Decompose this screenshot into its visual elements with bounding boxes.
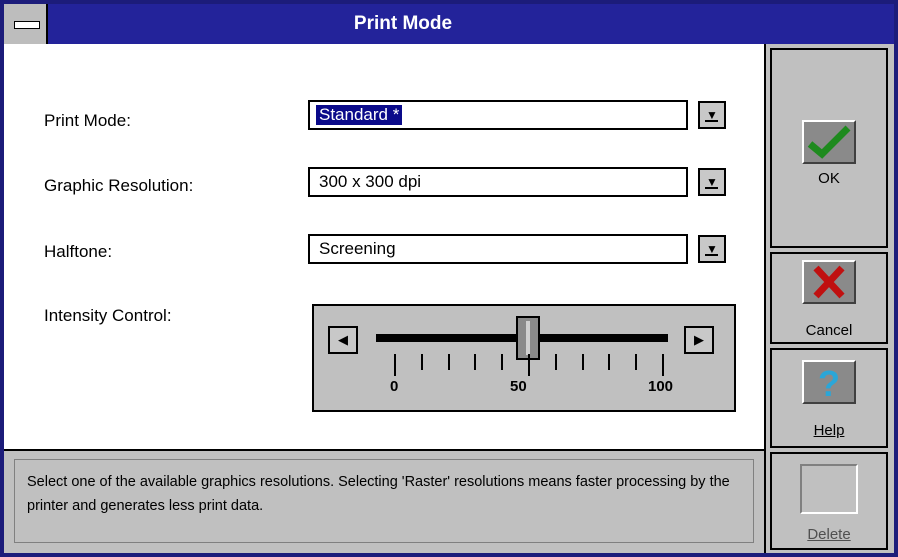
ok-button[interactable]: OK — [770, 48, 888, 248]
svg-text:?: ? — [818, 363, 840, 402]
right-arrow-icon: ▶ — [694, 332, 704, 347]
intensity-tick — [474, 354, 477, 370]
down-arrow-icon: ▼ — [706, 175, 718, 189]
delete-button-label: Delete — [807, 526, 851, 543]
status-text: Select one of the available graphics res… — [14, 459, 754, 543]
intensity-tick — [554, 354, 557, 370]
graphic-resolution-value: 300 x 300 dpi — [319, 172, 422, 191]
intensity-tick — [420, 354, 423, 370]
graphic-resolution-label: Graphic Resolution: — [44, 176, 194, 195]
help-status-panel: Select one of the available graphics res… — [4, 449, 766, 553]
button-column: OK Cancel ? Help Delete — [766, 44, 894, 553]
intensity-tick — [528, 354, 530, 376]
halftone-dropdown-button[interactable]: ▼ — [698, 235, 726, 263]
print-mode-value: Standard * — [316, 105, 403, 125]
intensity-decrease-button[interactable]: ◀ — [328, 326, 358, 354]
ok-button-label: OK — [818, 170, 840, 187]
delete-button[interactable]: Delete — [770, 452, 888, 550]
checkmark-icon — [802, 120, 856, 164]
x-icon — [802, 260, 856, 304]
dialog-body: Print Mode: Standard * ▼ Graphic Resolut… — [4, 44, 766, 449]
intensity-mid-label: 50 — [510, 378, 527, 395]
halftone-value: Screening — [319, 239, 396, 258]
halftone-combo[interactable]: Screening — [308, 234, 688, 264]
print-mode-label: Print Mode: — [44, 111, 131, 130]
intensity-slider-group: ◀ ▶ 0 50 100 — [312, 304, 736, 412]
halftone-label: Halftone: — [44, 242, 113, 261]
left-arrow-icon: ◀ — [338, 332, 348, 347]
cancel-button-label: Cancel — [805, 322, 853, 339]
intensity-control-label: Intensity Control: — [44, 306, 172, 325]
intensity-increase-button[interactable]: ▶ — [684, 326, 714, 354]
system-menu-icon — [14, 21, 40, 29]
print-mode-window: Print Mode Print Mode: Standard * ▼ Grap… — [0, 0, 898, 557]
graphic-resolution-dropdown-button[interactable]: ▼ — [698, 168, 726, 196]
help-button-label: Help — [813, 422, 845, 439]
print-mode-combo[interactable]: Standard * — [308, 100, 688, 130]
title-bar: Print Mode — [4, 4, 894, 44]
window-title: Print Mode — [353, 13, 453, 34]
down-arrow-icon: ▼ — [706, 108, 718, 122]
help-button[interactable]: ? Help — [770, 348, 888, 448]
intensity-tick — [635, 354, 638, 370]
intensity-tick — [662, 354, 664, 376]
intensity-tick — [447, 354, 450, 370]
delete-icon-placeholder — [800, 464, 858, 514]
graphic-resolution-combo[interactable]: 300 x 300 dpi — [308, 167, 688, 197]
intensity-tick — [581, 354, 584, 370]
intensity-tick — [501, 354, 504, 370]
system-menu-button[interactable] — [4, 4, 48, 44]
question-mark-icon: ? — [802, 360, 856, 404]
down-arrow-icon: ▼ — [706, 242, 718, 256]
intensity-tick — [608, 354, 611, 370]
intensity-min-label: 0 — [390, 378, 399, 395]
intensity-max-label: 100 — [648, 378, 674, 395]
intensity-tick — [394, 354, 396, 376]
cancel-button[interactable]: Cancel — [770, 252, 888, 344]
print-mode-dropdown-button[interactable]: ▼ — [698, 101, 726, 129]
